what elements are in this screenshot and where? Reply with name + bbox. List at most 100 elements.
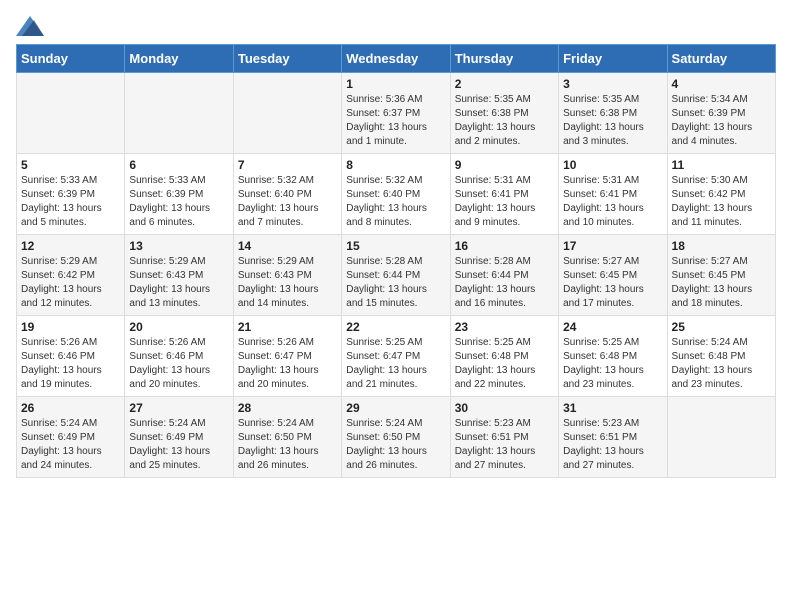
day-number: 22 <box>346 320 445 334</box>
calendar-cell <box>17 73 125 154</box>
day-number: 25 <box>672 320 771 334</box>
calendar-table: SundayMondayTuesdayWednesdayThursdayFrid… <box>16 44 776 478</box>
day-number: 31 <box>563 401 662 415</box>
week-row-5: 26 Sunrise: 5:24 AM Sunset: 6:49 PM Dayli… <box>17 397 776 478</box>
calendar-cell: 22 Sunrise: 5:25 AM Sunset: 6:47 PM Dayli… <box>342 316 450 397</box>
calendar-cell: 1 Sunrise: 5:36 AM Sunset: 6:37 PM Daylig… <box>342 73 450 154</box>
cell-info: Sunrise: 5:24 AM Sunset: 6:50 PM Dayligh… <box>238 417 337 473</box>
cell-info: Sunrise: 5:24 AM Sunset: 6:49 PM Dayligh… <box>129 417 228 473</box>
cell-info: Sunrise: 5:33 AM Sunset: 6:39 PM Dayligh… <box>129 174 228 230</box>
calendar-cell: 28 Sunrise: 5:24 AM Sunset: 6:50 PM Dayli… <box>233 397 341 478</box>
calendar-cell: 4Sunrise: 5:34 AM Sunset: 6:39 PM Daylig… <box>667 73 775 154</box>
calendar-cell <box>125 73 233 154</box>
day-number: 23 <box>455 320 554 334</box>
calendar-cell: 5 Sunrise: 5:33 AM Sunset: 6:39 PM Daylig… <box>17 154 125 235</box>
calendar-cell: 26 Sunrise: 5:24 AM Sunset: 6:49 PM Dayli… <box>17 397 125 478</box>
cell-info: Sunrise: 5:25 AM Sunset: 6:47 PM Dayligh… <box>346 336 445 392</box>
day-number: 1 <box>346 77 445 91</box>
calendar-cell: 29 Sunrise: 5:24 AM Sunset: 6:50 PM Dayli… <box>342 397 450 478</box>
calendar-cell: 2 Sunrise: 5:35 AM Sunset: 6:38 PM Daylig… <box>450 73 558 154</box>
day-number: 3 <box>563 77 662 91</box>
calendar-cell: 15 Sunrise: 5:28 AM Sunset: 6:44 PM Dayli… <box>342 235 450 316</box>
day-header-friday: Friday <box>559 45 667 73</box>
week-row-1: 1 Sunrise: 5:36 AM Sunset: 6:37 PM Daylig… <box>17 73 776 154</box>
calendar-cell: 30 Sunrise: 5:23 AM Sunset: 6:51 PM Dayli… <box>450 397 558 478</box>
week-row-4: 19 Sunrise: 5:26 AM Sunset: 6:46 PM Dayli… <box>17 316 776 397</box>
logo-icon <box>16 16 44 36</box>
cell-info: Sunrise: 5:29 AM Sunset: 6:43 PM Dayligh… <box>129 255 228 311</box>
calendar-cell: 27 Sunrise: 5:24 AM Sunset: 6:49 PM Dayli… <box>125 397 233 478</box>
day-number: 20 <box>129 320 228 334</box>
day-number: 21 <box>238 320 337 334</box>
day-number: 26 <box>21 401 120 415</box>
calendar-cell: 11 Sunrise: 5:30 AM Sunset: 6:42 PM Dayli… <box>667 154 775 235</box>
day-number: 24 <box>563 320 662 334</box>
cell-info: Sunrise: 5:36 AM Sunset: 6:37 PM Dayligh… <box>346 93 445 149</box>
day-number: 5 <box>21 158 120 172</box>
cell-info: Sunrise: 5:26 AM Sunset: 6:46 PM Dayligh… <box>21 336 120 392</box>
day-number: 9 <box>455 158 554 172</box>
day-number: 8 <box>346 158 445 172</box>
day-number: 30 <box>455 401 554 415</box>
cell-info: Sunrise: 5:25 AM Sunset: 6:48 PM Dayligh… <box>455 336 554 392</box>
cell-info: Sunrise: 5:34 AM Sunset: 6:39 PM Dayligh… <box>672 93 771 149</box>
cell-info: Sunrise: 5:27 AM Sunset: 6:45 PM Dayligh… <box>672 255 771 311</box>
day-header-wednesday: Wednesday <box>342 45 450 73</box>
day-number: 15 <box>346 239 445 253</box>
cell-info: Sunrise: 5:26 AM Sunset: 6:47 PM Dayligh… <box>238 336 337 392</box>
week-row-2: 5 Sunrise: 5:33 AM Sunset: 6:39 PM Daylig… <box>17 154 776 235</box>
cell-info: Sunrise: 5:28 AM Sunset: 6:44 PM Dayligh… <box>455 255 554 311</box>
calendar-cell: 3 Sunrise: 5:35 AM Sunset: 6:38 PM Daylig… <box>559 73 667 154</box>
calendar-cell: 31Sunrise: 5:23 AM Sunset: 6:51 PM Dayli… <box>559 397 667 478</box>
day-number: 2 <box>455 77 554 91</box>
calendar-cell: 7Sunrise: 5:32 AM Sunset: 6:40 PM Daylig… <box>233 154 341 235</box>
cell-info: Sunrise: 5:28 AM Sunset: 6:44 PM Dayligh… <box>346 255 445 311</box>
cell-info: Sunrise: 5:29 AM Sunset: 6:42 PM Dayligh… <box>21 255 120 311</box>
calendar-cell <box>667 397 775 478</box>
cell-info: Sunrise: 5:33 AM Sunset: 6:39 PM Dayligh… <box>21 174 120 230</box>
cell-info: Sunrise: 5:24 AM Sunset: 6:50 PM Dayligh… <box>346 417 445 473</box>
calendar-cell: 20 Sunrise: 5:26 AM Sunset: 6:46 PM Dayli… <box>125 316 233 397</box>
cell-info: Sunrise: 5:35 AM Sunset: 6:38 PM Dayligh… <box>563 93 662 149</box>
day-header-tuesday: Tuesday <box>233 45 341 73</box>
calendar-cell: 13 Sunrise: 5:29 AM Sunset: 6:43 PM Dayli… <box>125 235 233 316</box>
day-number: 27 <box>129 401 228 415</box>
cell-info: Sunrise: 5:35 AM Sunset: 6:38 PM Dayligh… <box>455 93 554 149</box>
cell-info: Sunrise: 5:31 AM Sunset: 6:41 PM Dayligh… <box>563 174 662 230</box>
day-number: 17 <box>563 239 662 253</box>
day-number: 11 <box>672 158 771 172</box>
cell-info: Sunrise: 5:24 AM Sunset: 6:48 PM Dayligh… <box>672 336 771 392</box>
header-row: SundayMondayTuesdayWednesdayThursdayFrid… <box>17 45 776 73</box>
calendar-cell: 17Sunrise: 5:27 AM Sunset: 6:45 PM Dayli… <box>559 235 667 316</box>
cell-info: Sunrise: 5:30 AM Sunset: 6:42 PM Dayligh… <box>672 174 771 230</box>
day-number: 19 <box>21 320 120 334</box>
day-number: 13 <box>129 239 228 253</box>
cell-info: Sunrise: 5:26 AM Sunset: 6:46 PM Dayligh… <box>129 336 228 392</box>
cell-info: Sunrise: 5:24 AM Sunset: 6:49 PM Dayligh… <box>21 417 120 473</box>
day-number: 6 <box>129 158 228 172</box>
day-number: 12 <box>21 239 120 253</box>
calendar-cell: 12 Sunrise: 5:29 AM Sunset: 6:42 PM Dayli… <box>17 235 125 316</box>
day-number: 14 <box>238 239 337 253</box>
calendar-cell: 16 Sunrise: 5:28 AM Sunset: 6:44 PM Dayli… <box>450 235 558 316</box>
day-number: 29 <box>346 401 445 415</box>
calendar-cell: 21 Sunrise: 5:26 AM Sunset: 6:47 PM Dayli… <box>233 316 341 397</box>
calendar-cell: 14 Sunrise: 5:29 AM Sunset: 6:43 PM Dayli… <box>233 235 341 316</box>
cell-info: Sunrise: 5:32 AM Sunset: 6:40 PM Dayligh… <box>346 174 445 230</box>
calendar-cell: 19 Sunrise: 5:26 AM Sunset: 6:46 PM Dayli… <box>17 316 125 397</box>
calendar-cell: 10 Sunrise: 5:31 AM Sunset: 6:41 PM Dayli… <box>559 154 667 235</box>
cell-info: Sunrise: 5:29 AM Sunset: 6:43 PM Dayligh… <box>238 255 337 311</box>
cell-info: Sunrise: 5:23 AM Sunset: 6:51 PM Dayligh… <box>455 417 554 473</box>
week-row-3: 12 Sunrise: 5:29 AM Sunset: 6:42 PM Dayli… <box>17 235 776 316</box>
calendar-cell: 18Sunrise: 5:27 AM Sunset: 6:45 PM Dayli… <box>667 235 775 316</box>
cell-info: Sunrise: 5:25 AM Sunset: 6:48 PM Dayligh… <box>563 336 662 392</box>
calendar-cell: 6 Sunrise: 5:33 AM Sunset: 6:39 PM Daylig… <box>125 154 233 235</box>
day-header-thursday: Thursday <box>450 45 558 73</box>
day-header-sunday: Sunday <box>17 45 125 73</box>
day-number: 16 <box>455 239 554 253</box>
day-number: 10 <box>563 158 662 172</box>
day-header-monday: Monday <box>125 45 233 73</box>
calendar-cell: 9Sunrise: 5:31 AM Sunset: 6:41 PM Daylig… <box>450 154 558 235</box>
calendar-cell: 25 Sunrise: 5:24 AM Sunset: 6:48 PM Dayli… <box>667 316 775 397</box>
day-number: 28 <box>238 401 337 415</box>
